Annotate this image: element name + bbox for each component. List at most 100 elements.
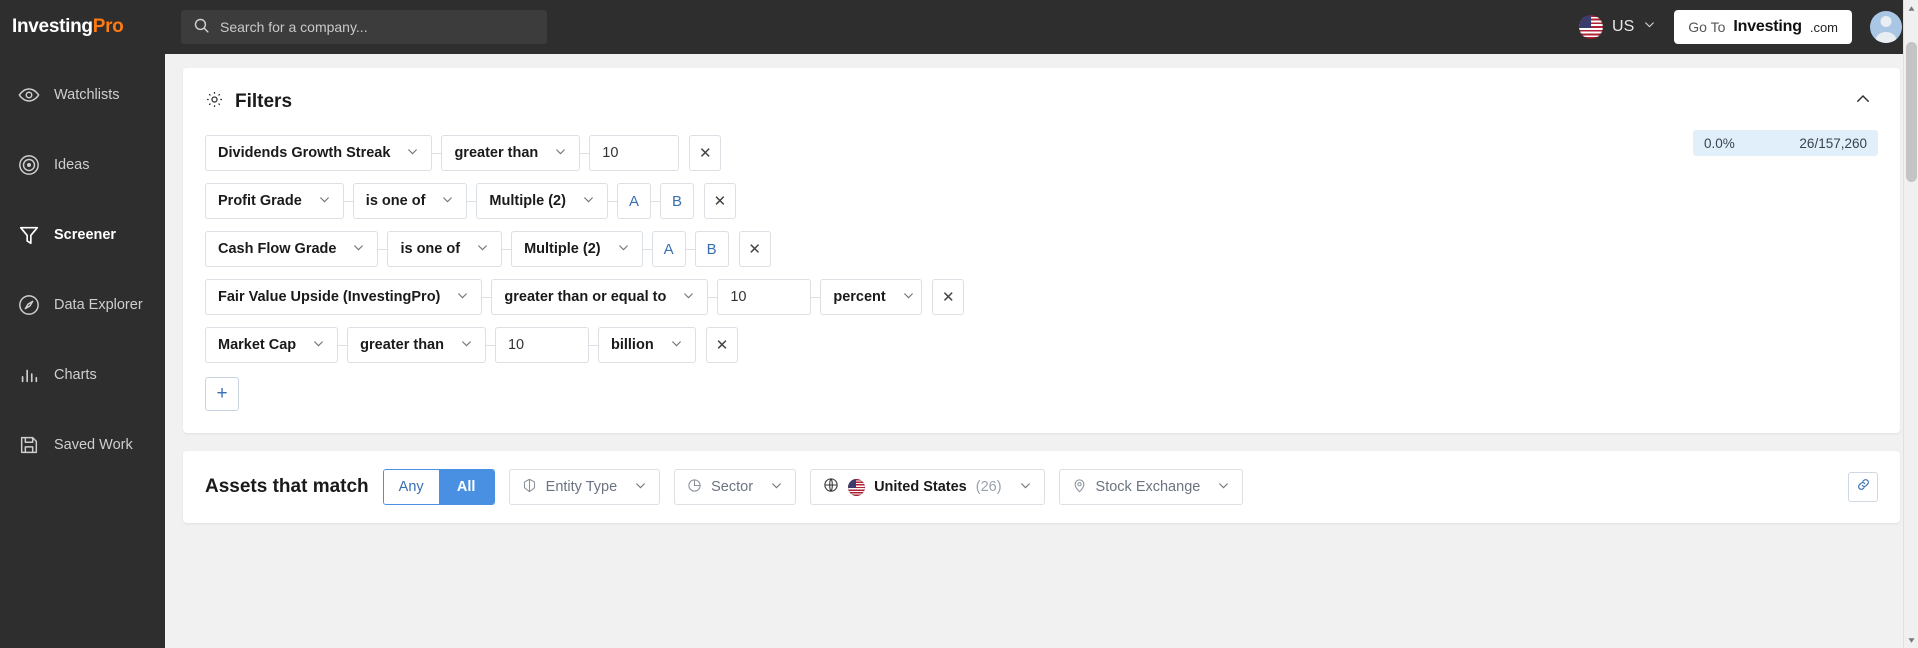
filters-header: Filters bbox=[205, 86, 1878, 117]
filter-value-text: 10 bbox=[730, 289, 747, 305]
cube-icon bbox=[522, 478, 537, 497]
gear-icon bbox=[205, 90, 224, 114]
chevron-down-icon bbox=[634, 479, 647, 495]
filter-field-label: Market Cap bbox=[218, 337, 297, 353]
target-icon bbox=[18, 154, 40, 176]
remove-filter-button[interactable]: ✕ bbox=[705, 327, 738, 363]
connector bbox=[580, 152, 590, 154]
country-label: US bbox=[1612, 18, 1635, 35]
chevron-down-icon bbox=[1019, 479, 1032, 495]
filter-multiselect[interactable]: Multiple (2) bbox=[511, 231, 643, 267]
chevron-down-icon bbox=[670, 337, 683, 353]
us-flag-icon bbox=[1579, 15, 1604, 39]
connector bbox=[708, 296, 718, 298]
entity-type-filter[interactable]: Entity Type bbox=[508, 469, 661, 505]
connector bbox=[467, 200, 477, 202]
link-icon bbox=[1856, 477, 1871, 497]
filter-row: Profit Grade is one of Multiple (2) A B … bbox=[205, 183, 1878, 219]
globe-icon bbox=[823, 477, 839, 497]
sidebar-item-label: Ideas bbox=[54, 157, 90, 173]
sidebar-item-label: Charts bbox=[54, 367, 97, 383]
add-filter-button[interactable]: + bbox=[205, 377, 239, 411]
remove-filter-button[interactable]: ✕ bbox=[738, 231, 771, 267]
filter-value-text: 10 bbox=[602, 145, 619, 161]
eye-icon bbox=[18, 84, 40, 106]
chevron-up-icon[interactable] bbox=[1848, 86, 1878, 117]
filter-value-input[interactable]: 10 bbox=[494, 327, 589, 363]
match-percent: 0.0% bbox=[1704, 135, 1735, 151]
stock-exchange-filter[interactable]: Stock Exchange bbox=[1058, 469, 1244, 505]
filter-operator-select[interactable]: greater than bbox=[347, 327, 486, 363]
chevron-down-icon bbox=[582, 193, 595, 209]
scroll-up-arrow-icon[interactable] bbox=[1904, 0, 1918, 16]
filter-operator-label: is one of bbox=[400, 241, 461, 257]
sector-filter[interactable]: Sector bbox=[674, 469, 797, 505]
match-any-button[interactable]: Any bbox=[383, 470, 439, 504]
us-flag-icon bbox=[848, 478, 866, 496]
filter-unit-select[interactable]: billion bbox=[597, 327, 696, 363]
chevron-down-icon bbox=[770, 479, 783, 495]
country-filter[interactable]: United States (26) bbox=[810, 469, 1045, 505]
chevron-down-icon bbox=[318, 193, 331, 209]
sidebar-item-saved-work[interactable]: Saved Work bbox=[0, 422, 165, 468]
filter-field-select[interactable]: Cash Flow Grade bbox=[205, 231, 379, 267]
compass-icon bbox=[18, 294, 40, 316]
filter-chip[interactable]: A bbox=[651, 231, 686, 267]
connector bbox=[588, 344, 598, 346]
filter-operator-select[interactable]: is one of bbox=[352, 183, 468, 219]
remove-filter-button[interactable]: ✕ bbox=[689, 135, 722, 171]
filter-operator-label: is one of bbox=[365, 193, 426, 209]
filter-chip[interactable]: B bbox=[659, 183, 694, 219]
chevron-down-icon bbox=[441, 193, 454, 209]
filter-chip[interactable]: B bbox=[694, 231, 729, 267]
remove-filter-button[interactable]: ✕ bbox=[932, 279, 965, 315]
search-box[interactable] bbox=[181, 10, 547, 44]
avatar[interactable] bbox=[1870, 11, 1902, 43]
top-bar-right: US Go To Investing .com bbox=[1579, 10, 1902, 44]
scroll-down-arrow-icon[interactable] bbox=[1904, 632, 1918, 648]
country-selector[interactable]: US bbox=[1579, 15, 1656, 39]
sidebar-item-data-explorer[interactable]: Data Explorer bbox=[0, 282, 165, 328]
filter-field-select[interactable]: Fair Value Upside (InvestingPro) bbox=[205, 279, 483, 315]
connector bbox=[482, 296, 492, 298]
goto-brand: Investing bbox=[1733, 18, 1802, 35]
filter-field-select[interactable]: Profit Grade bbox=[205, 183, 344, 219]
filter-unit-label: billion bbox=[610, 337, 654, 353]
copy-link-button[interactable] bbox=[1848, 472, 1878, 502]
filter-operator-select[interactable]: greater than or equal to bbox=[491, 279, 709, 315]
sidebar-item-watchlists[interactable]: Watchlists bbox=[0, 72, 165, 118]
page-scrollbar[interactable] bbox=[1903, 0, 1918, 648]
search-input[interactable] bbox=[220, 19, 535, 35]
top-bar: US Go To Investing .com bbox=[165, 0, 1918, 54]
chevron-down-icon bbox=[1643, 18, 1656, 36]
content-area: Filters 0.0% 26/157,260 Dividends Growth… bbox=[165, 54, 1918, 648]
scrollbar-thumb[interactable] bbox=[1906, 42, 1917, 182]
sidebar-item-label: Screener bbox=[54, 227, 117, 243]
filter-field-select[interactable]: Dividends Growth Streak bbox=[205, 135, 433, 171]
remove-filter-button[interactable]: ✕ bbox=[703, 183, 736, 219]
filter-field-select[interactable]: Market Cap bbox=[205, 327, 339, 363]
filter-value-input[interactable]: 10 bbox=[589, 135, 680, 171]
filter-operator-label: greater than or equal to bbox=[504, 289, 667, 305]
filter-value-text: 10 bbox=[507, 337, 525, 353]
app-logo[interactable]: InvestingPro bbox=[0, 0, 165, 54]
filter-unit-select[interactable]: percent bbox=[820, 279, 923, 315]
filter-operator-label: greater than bbox=[454, 145, 539, 161]
sidebar-item-label: Saved Work bbox=[54, 437, 133, 453]
pill-label: Sector bbox=[711, 479, 754, 495]
chip-label: B bbox=[706, 240, 717, 258]
filter-chip[interactable]: A bbox=[616, 183, 651, 219]
match-all-button[interactable]: All bbox=[438, 470, 494, 504]
filter-operator-select[interactable]: greater than bbox=[441, 135, 581, 171]
goto-investing-button[interactable]: Go To Investing .com bbox=[1674, 10, 1852, 44]
assets-bar: Assets that match Any All Entity Type Se… bbox=[183, 451, 1900, 523]
sidebar-item-charts[interactable]: Charts bbox=[0, 352, 165, 398]
filter-value-input[interactable]: 10 bbox=[717, 279, 812, 315]
connector bbox=[502, 248, 512, 250]
sidebar-item-ideas[interactable]: Ideas bbox=[0, 142, 165, 188]
bar-chart-icon bbox=[18, 364, 40, 386]
filter-operator-select[interactable]: is one of bbox=[387, 231, 503, 267]
pill-label: Entity Type bbox=[545, 479, 618, 495]
filter-multiselect[interactable]: Multiple (2) bbox=[476, 183, 608, 219]
sidebar-item-screener[interactable]: Screener bbox=[0, 212, 165, 258]
